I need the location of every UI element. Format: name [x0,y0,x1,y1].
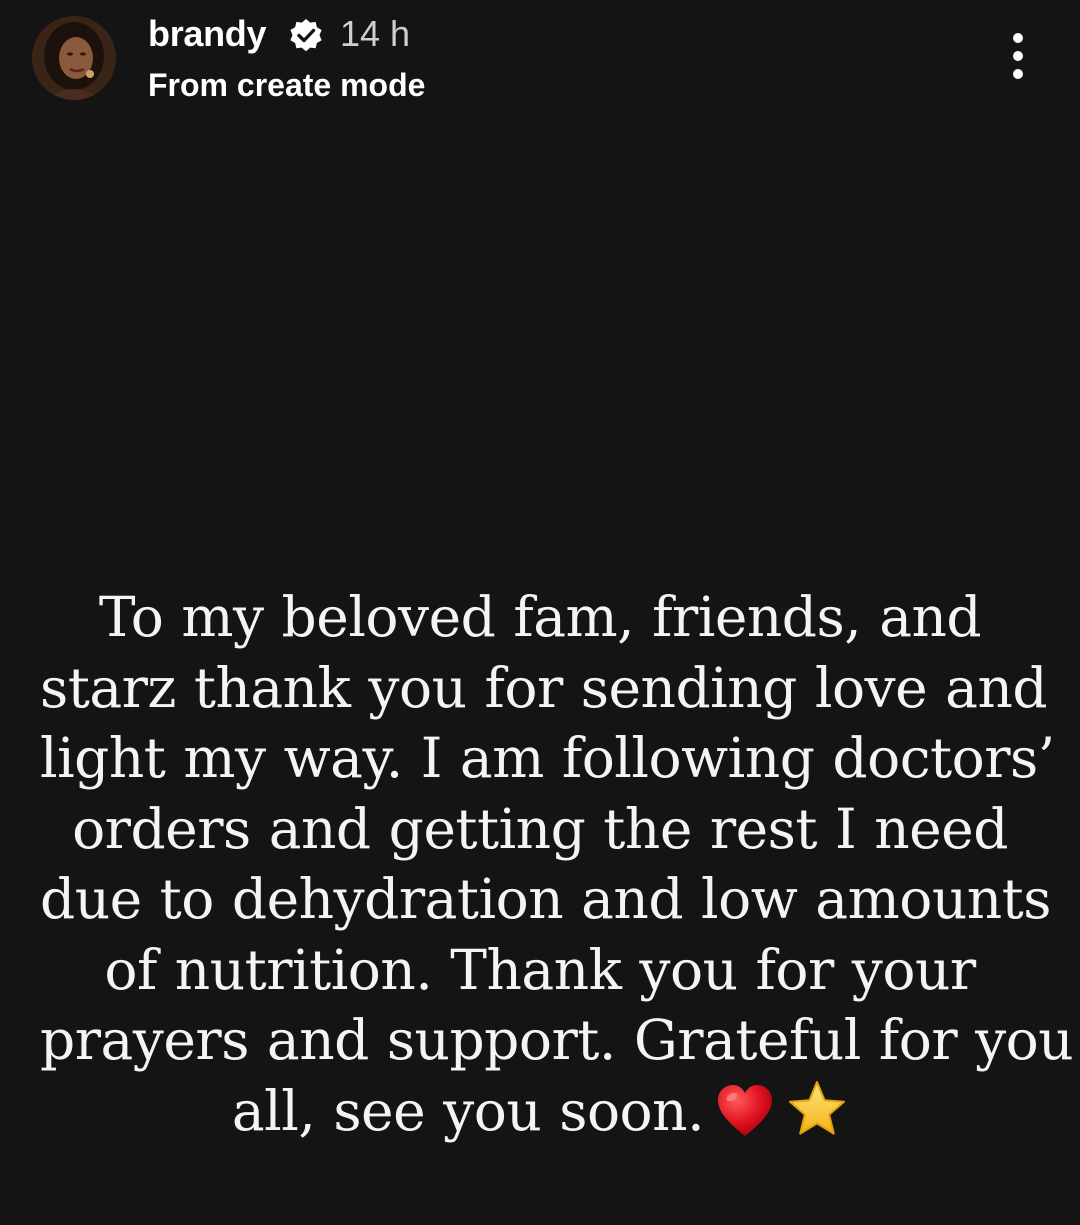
post-time: 14 h [340,13,411,54]
story-text-line: light my way. I am following doctors’ [40,726,1055,790]
verified-badge-icon [288,18,324,54]
story-text-last-line: all, see you soon. [40,1076,1040,1147]
source-label[interactable]: From create mode [148,64,425,106]
story-text-line: starz thank you for sending love and [40,655,1048,720]
more-vertical-icon[interactable] [998,30,1038,82]
story-viewer: brandy 14 h From create mode To my belov… [0,0,1080,1225]
author-username[interactable]: brandy [148,12,267,56]
story-text-line: orders and getting the rest I need [72,796,1008,861]
story-header: brandy 14 h From create mode [0,0,1080,120]
story-text-line: of nutrition. Thank you for your [104,937,976,1002]
star-icon [786,1080,848,1138]
story-text-line: all, see you soon. [231,1078,705,1143]
avatar[interactable] [32,16,116,100]
avatar-image [32,16,116,100]
story-text-line: To my beloved fam, friends, and [98,585,982,649]
red-heart-icon [716,1084,774,1138]
story-text-line: due to dehydration and low amounts [40,867,1052,931]
story-text: To my beloved fam, friends, and starz th… [40,582,1074,1147]
story-text-line: prayers and support. Grateful for you [40,1008,1074,1072]
